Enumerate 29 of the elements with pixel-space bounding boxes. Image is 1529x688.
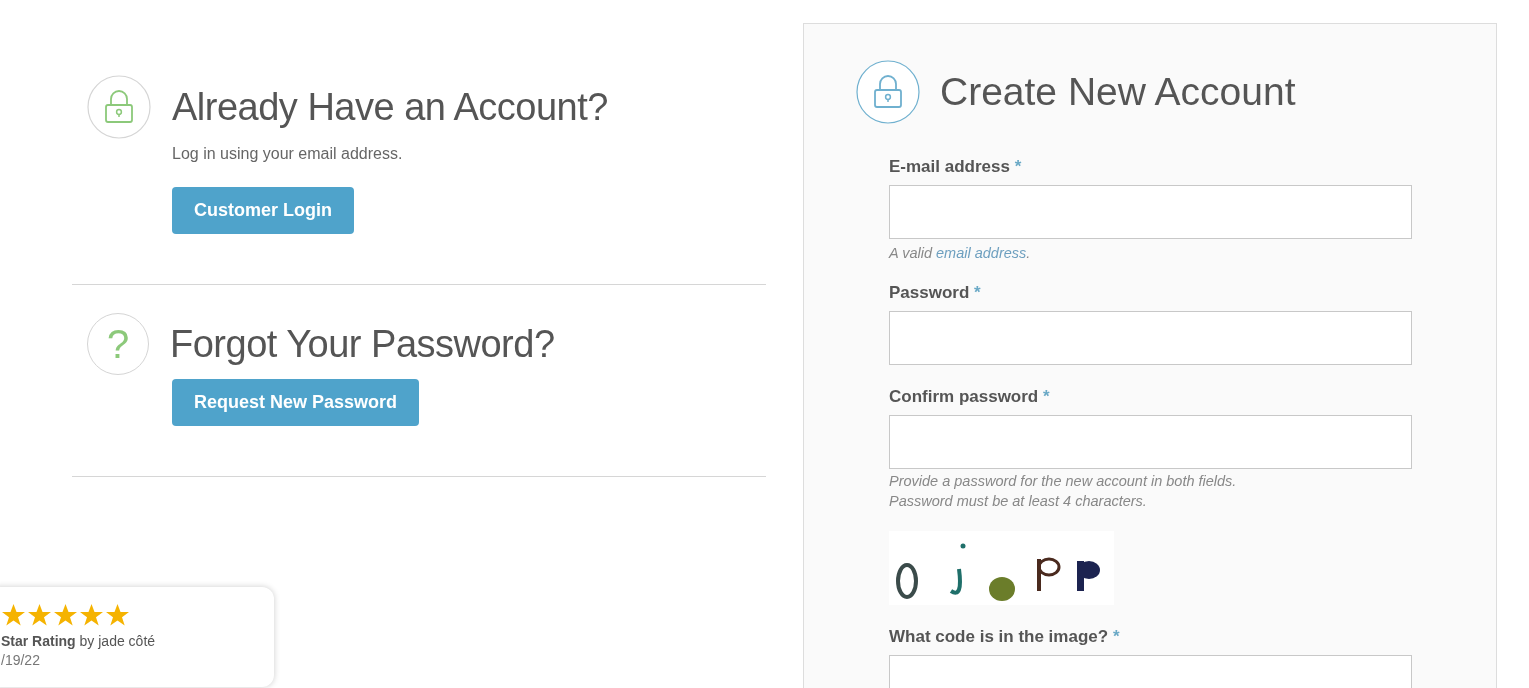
lock-icon <box>856 60 920 124</box>
field-label: E-mail address <box>889 157 1010 176</box>
action-button[interactable]: Customer Login <box>172 187 354 234</box>
review-date: /19/22 <box>1 652 41 668</box>
field-label: What code is in the image? <box>889 627 1109 646</box>
lock-icon <box>87 75 151 139</box>
star-icon <box>105 603 130 627</box>
required-mark: * <box>1043 387 1050 406</box>
field-hint: A valid email address. <box>889 245 1032 261</box>
review-byline: Star Rating by jade côté <box>1 633 157 649</box>
panel-title: Create New Account <box>940 70 1296 114</box>
section-subtitle: Log in using your email address. <box>172 145 404 163</box>
field-label: Password <box>889 283 970 302</box>
section-title: Forgot Your Password? <box>170 322 555 366</box>
required-mark: * <box>1014 157 1022 176</box>
required-mark: * <box>1112 627 1120 646</box>
action-button[interactable]: Request New Password <box>172 379 420 426</box>
field-hint: Provide a password for the new account in both fields. <box>889 473 1238 489</box>
star-icon <box>27 603 52 627</box>
field-label: Confirm password <box>889 387 1039 406</box>
input-field[interactable] <box>889 185 1412 239</box>
input-field[interactable] <box>889 311 1412 365</box>
field-hint: Password must be at least 4 characters. <box>889 493 1148 509</box>
star-icon <box>1 603 26 627</box>
required-mark: * <box>974 283 981 302</box>
section-title: Already Have an Account? <box>172 85 608 129</box>
input-field[interactable] <box>889 415 1412 469</box>
star-icon <box>79 603 104 627</box>
star-icon <box>53 603 78 627</box>
